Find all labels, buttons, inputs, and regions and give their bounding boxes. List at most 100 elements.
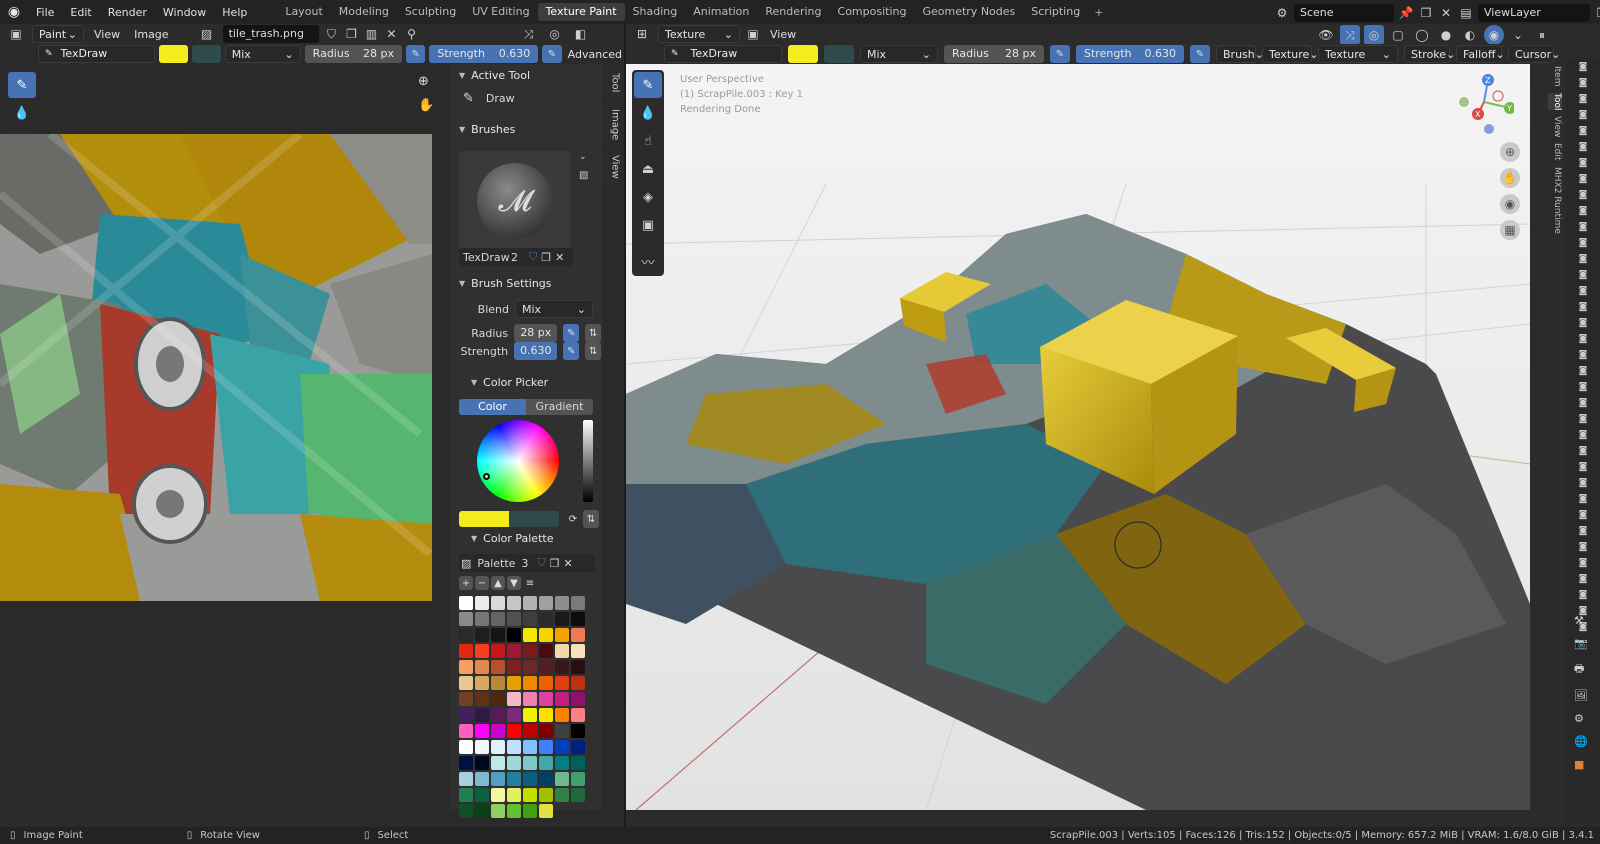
palette-swatch[interactable] — [555, 756, 569, 770]
palette-swatch[interactable] — [571, 740, 585, 754]
viewport-mask-icon[interactable]: ▣ — [746, 24, 760, 44]
tab-rendering[interactable]: Rendering — [757, 3, 829, 21]
overlay-icon[interactable]: ◎ — [545, 24, 565, 44]
brush-list-dropdown-icon[interactable]: ⌄ — [579, 152, 595, 166]
camera-visibility-icon[interactable]: ◙ — [1579, 238, 1588, 248]
brush-preview[interactable]: 𝓜 — [459, 151, 571, 251]
camera-visibility-icon[interactable]: ◙ — [1579, 174, 1588, 184]
palette-swatch[interactable] — [491, 804, 505, 818]
color-picker-header[interactable]: ▼ Color Picker — [463, 371, 548, 393]
menu-window[interactable]: Window — [155, 6, 214, 19]
palette-swatch[interactable] — [459, 788, 473, 802]
palette-swatch[interactable] — [523, 788, 537, 802]
radius-field[interactable]: Radius 28 px — [304, 45, 402, 63]
view-layer-properties-icon[interactable]: 🖼 — [1574, 689, 1588, 702]
radius-input[interactable]: 28 px — [514, 324, 558, 342]
palette-swatch[interactable] — [491, 724, 505, 738]
palette-swatch[interactable] — [459, 612, 473, 626]
soften-tool-icon[interactable]: 💧 — [8, 100, 36, 126]
tab-compositing[interactable]: Compositing — [830, 3, 915, 21]
palette-sort-icon[interactable]: ≡ — [523, 576, 537, 590]
palette-swatch[interactable] — [555, 660, 569, 674]
viewport-zoom-icon[interactable]: ⊕ — [1500, 142, 1520, 162]
tab-gradient[interactable]: Gradient — [526, 399, 593, 415]
strength-pressure-toggle-icon[interactable]: ✎ — [563, 342, 580, 360]
strength-input[interactable]: 0.630 — [514, 342, 558, 360]
tab-animation[interactable]: Animation — [685, 3, 757, 21]
viewport-primary-swatch[interactable] — [788, 45, 818, 63]
xray-icon[interactable]: ▢ — [1388, 25, 1408, 45]
palette-swatch[interactable] — [475, 660, 489, 674]
palette-swatch[interactable] — [475, 612, 489, 626]
camera-visibility-icon[interactable]: ◙ — [1579, 542, 1588, 552]
palette-swatch[interactable] — [555, 788, 569, 802]
camera-visibility-icon[interactable]: ◙ — [1579, 574, 1588, 584]
palette-swatch[interactable] — [459, 708, 473, 722]
image-browse-icon[interactable]: ▨ — [197, 24, 217, 44]
camera-visibility-icon[interactable]: ◙ — [1579, 62, 1588, 72]
palette-swatch[interactable] — [507, 644, 521, 658]
camera-visibility-icon[interactable]: ◙ — [1579, 254, 1588, 264]
palette-swatch[interactable] — [555, 692, 569, 706]
palette-swatch[interactable] — [507, 724, 521, 738]
viewport-mode-dropdown[interactable]: Texture Paint⌄ — [658, 25, 740, 59]
palette-swatch[interactable] — [491, 692, 505, 706]
palette-swatch[interactable] — [523, 740, 537, 754]
palette-swatch[interactable] — [475, 596, 489, 610]
tab-tool[interactable]: Tool — [607, 66, 623, 100]
palette-swatch[interactable] — [507, 692, 521, 706]
strength-field[interactable]: Strength 0.630 — [429, 45, 539, 63]
camera-visibility-icon[interactable]: ◙ — [1579, 494, 1588, 504]
palette-swatch[interactable] — [491, 596, 505, 610]
camera-visibility-icon[interactable]: ◙ — [1579, 526, 1588, 536]
camera-visibility-icon[interactable]: ◙ — [1579, 94, 1588, 104]
camera-visibility-icon[interactable]: ◙ — [1579, 270, 1588, 280]
tab-layout[interactable]: Layout — [277, 3, 330, 21]
tab-texture-paint[interactable]: Texture Paint — [537, 3, 625, 21]
palette-add-icon[interactable]: + — [459, 576, 473, 590]
palette-swatch[interactable] — [539, 612, 553, 626]
palette-swatch[interactable] — [491, 788, 505, 802]
strength-unified-icon[interactable]: ⇅ — [585, 342, 602, 360]
viewport-secondary-swatch[interactable] — [824, 45, 854, 63]
tab-modeling[interactable]: Modeling — [331, 3, 397, 21]
palette-swatch[interactable] — [491, 676, 505, 690]
visibility-icon[interactable]: 👁 — [1316, 25, 1336, 45]
palette-browse-icon[interactable]: ▨ — [461, 557, 471, 570]
viewport-mask-tool-icon[interactable]: ▣ — [634, 212, 662, 238]
palette-swatch[interactable] — [571, 788, 585, 802]
palette-swatch[interactable] — [475, 788, 489, 802]
uv-sync-icon[interactable]: ⤨ — [519, 24, 539, 44]
camera-visibility-icon[interactable]: ◙ — [1579, 78, 1588, 88]
viewport-blend-dropdown[interactable]: Mix ⌄ — [860, 45, 938, 63]
camera-visibility-icon[interactable]: ◙ — [1579, 110, 1588, 120]
side-tab-item[interactable]: Item — [1548, 66, 1562, 87]
palette-swatch[interactable] — [459, 676, 473, 690]
camera-visibility-icon[interactable]: ◙ — [1579, 366, 1588, 376]
palette-swatch[interactable] — [571, 692, 585, 706]
palette-swatch[interactable] — [523, 596, 537, 610]
palette-swatch[interactable] — [571, 660, 585, 674]
camera-visibility-icon[interactable]: ◙ — [1579, 286, 1588, 296]
menu-render[interactable]: Render — [100, 6, 155, 19]
palette-swatch[interactable] — [539, 660, 553, 674]
palette-swatch[interactable] — [491, 660, 505, 674]
palette-swatch[interactable] — [523, 724, 537, 738]
tab-geometry-nodes[interactable]: Geometry Nodes — [914, 3, 1023, 21]
camera-visibility-icon[interactable]: ◙ — [1579, 430, 1588, 440]
viewport-draw-tool-icon[interactable]: ✎ — [634, 72, 662, 98]
menu-falloff[interactable]: Falloff ⌄ — [1456, 45, 1505, 63]
delete-scene-icon[interactable]: ✕ — [1438, 3, 1454, 23]
palette-swatch[interactable] — [475, 692, 489, 706]
viewport-clone-tool-icon[interactable]: ⏏ — [634, 156, 662, 182]
new-image-icon[interactable]: ❐ — [345, 24, 359, 44]
palette-remove-icon[interactable]: − — [475, 576, 489, 590]
palette-grid[interactable] — [459, 596, 585, 818]
viewport-scene[interactable] — [626, 64, 1530, 810]
swap-colors-icon[interactable]: ⟳ — [565, 510, 581, 528]
palette-swatch[interactable] — [523, 660, 537, 674]
palette-swatch[interactable] — [475, 644, 489, 658]
brush-selector[interactable]: ✎ TexDraw — [38, 45, 155, 63]
palette-swatch[interactable] — [555, 772, 569, 786]
palette-swatch[interactable] — [507, 660, 521, 674]
